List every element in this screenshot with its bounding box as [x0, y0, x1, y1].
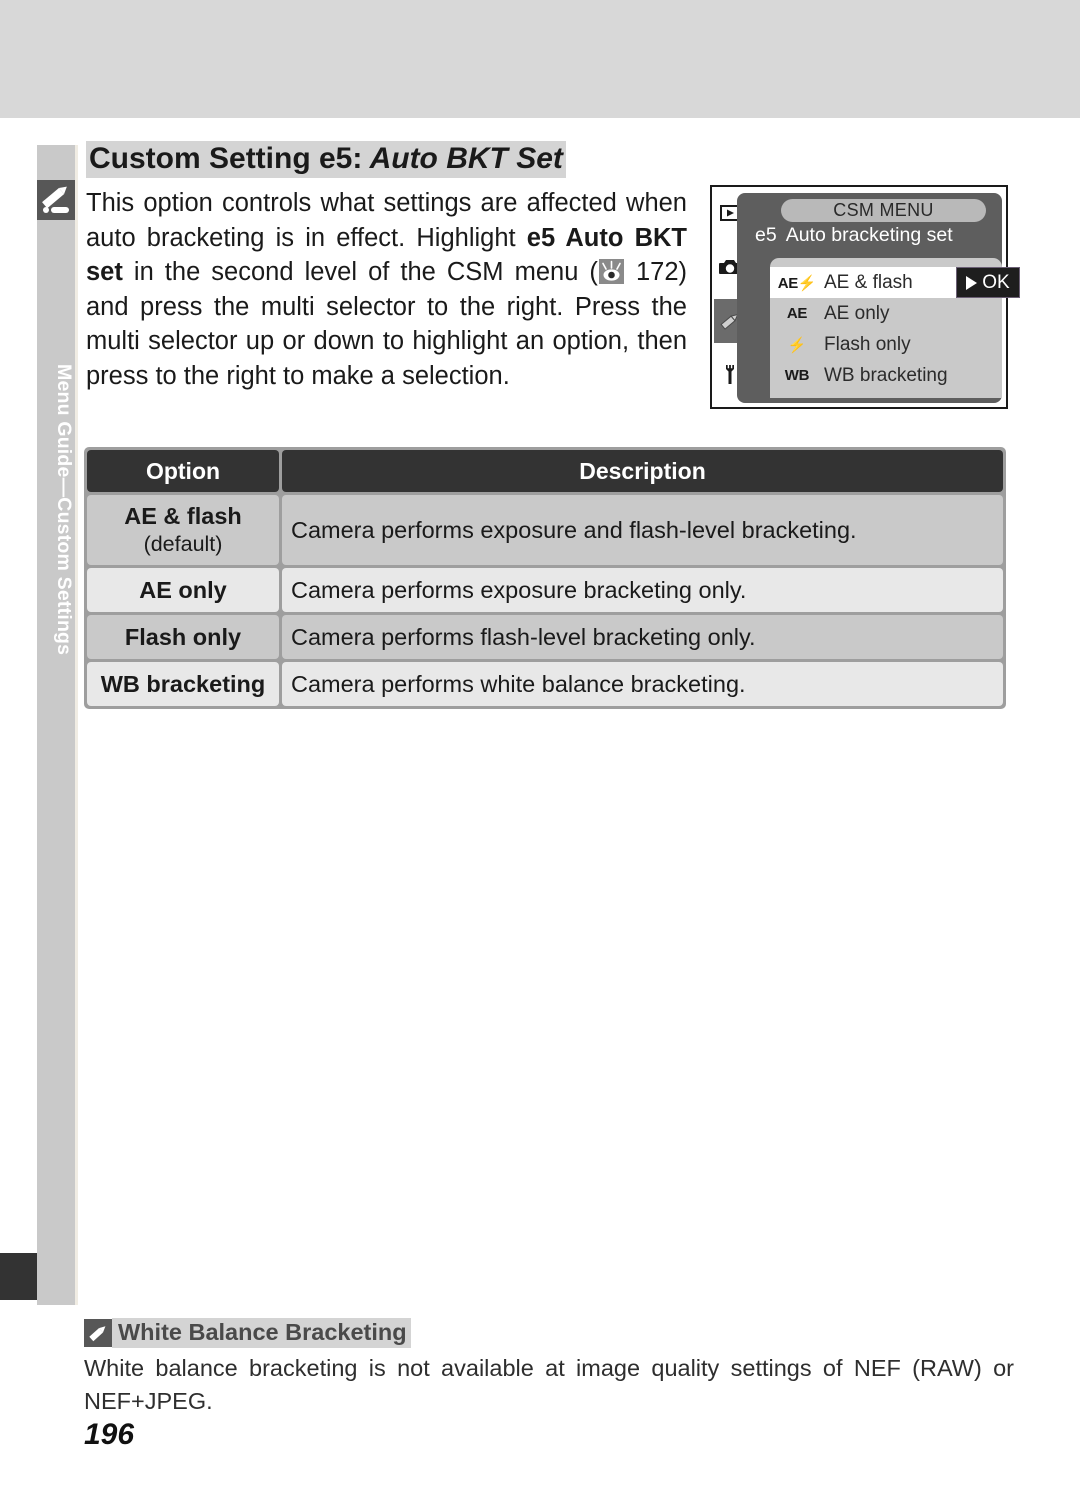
- reference-eye-icon: [598, 259, 624, 284]
- lcd-option-label: WB bracketing: [824, 364, 948, 386]
- table-row: AE & flash (default) Camera performs expo…: [87, 495, 1003, 565]
- description-cell: Camera performs white balance bracketing…: [282, 662, 1003, 706]
- table-header-row: Option Description: [87, 450, 1003, 492]
- intro-paragraph: This option controls what settings are a…: [86, 186, 687, 393]
- column-header-description: Description: [282, 450, 1003, 492]
- lcd-item-name: Auto bracketing set: [785, 224, 953, 246]
- lcd-item-code: e5: [755, 224, 777, 246]
- description-cell: Camera performs exposure and flash-level…: [282, 495, 1003, 565]
- note-body: White balance bracketing is not availabl…: [84, 1355, 1014, 1414]
- lcd-option-label: Flash only: [824, 333, 911, 355]
- lcd-option-row-ae-only[interactable]: AE AE only: [770, 298, 1002, 329]
- description-cell: Camera performs flash-level bracketing o…: [282, 615, 1003, 659]
- note-block: White Balance Bracketing White balance b…: [84, 1318, 1014, 1418]
- option-cell-flash-only: Flash only: [87, 615, 279, 659]
- pencil-note-icon: [84, 1319, 112, 1347]
- pencil-note-icon: [37, 180, 75, 220]
- lcd-ok-label: OK: [982, 271, 1010, 293]
- lcd-option-label: AE only: [824, 302, 890, 324]
- flash-glyph-icon: ⚡: [787, 336, 807, 354]
- page-top-band: [0, 0, 1080, 118]
- ae-glyph-icon: AE: [786, 305, 808, 322]
- table-row: AE only Camera performs exposure bracket…: [87, 568, 1003, 612]
- sidebar-divider: [75, 145, 78, 1305]
- page-title-italic: Auto BKT Set: [362, 142, 563, 175]
- page-number: 196: [84, 1418, 135, 1451]
- lcd-screen: CSM MENU e5 Auto bracketing set AE⚡ AE & …: [737, 193, 1020, 403]
- sidebar-item-label: Menu Guide—Custom Settings: [53, 364, 75, 656]
- table-row: WB bracketing Camera performs white bala…: [87, 662, 1003, 706]
- lcd-option-row-wb-bracketing[interactable]: WB WB bracketing: [770, 360, 1002, 391]
- options-table: Option Description AE & flash (default) C…: [84, 447, 1006, 709]
- option-default-marker: (default): [143, 532, 223, 556]
- table-row: Flash only Camera performs flash-level b…: [87, 615, 1003, 659]
- lcd-menu-title: CSM MENU: [781, 199, 986, 222]
- note-header: White Balance Bracketing: [84, 1318, 1014, 1348]
- description-cell: Camera performs exposure bracketing only…: [282, 568, 1003, 612]
- option-name: AE & flash: [124, 503, 242, 529]
- lcd-ok-button[interactable]: OK: [956, 267, 1020, 298]
- option-cell-ae-flash: AE & flash (default): [87, 495, 279, 565]
- right-arrow-icon: [966, 275, 978, 290]
- lcd-option-row-flash-only[interactable]: ⚡ Flash only: [770, 329, 1002, 360]
- lcd-option-label: AE & flash: [824, 271, 913, 293]
- lcd-current-item: e5 Auto bracketing set: [755, 224, 953, 247]
- column-header-option: Option: [87, 450, 279, 492]
- page-title: Custom Setting e5: Auto BKT Set: [86, 141, 566, 178]
- lcd-option-list: AE⚡ AE & flash OK AE AE only ⚡ Flash onl…: [770, 258, 1020, 398]
- note-title: White Balance Bracketing: [112, 1318, 411, 1348]
- camera-lcd-illustration: CSM MENU e5 Auto bracketing set AE⚡ AE & …: [710, 185, 1020, 409]
- ae-flash-glyph-icon: AE⚡: [777, 274, 817, 292]
- option-cell-ae-only: AE only: [87, 568, 279, 612]
- page-edge-tab-marker: [0, 1253, 37, 1300]
- wb-glyph-icon: WB: [784, 367, 810, 384]
- intro-text-part2: in the second level of the CSM menu (: [122, 258, 598, 286]
- option-cell-wb-bracketing: WB bracketing: [87, 662, 279, 706]
- page-title-prefix: Custom Setting e5:: [89, 142, 363, 175]
- lcd-option-row-ae-flash[interactable]: AE⚡ AE & flash OK: [770, 267, 1020, 298]
